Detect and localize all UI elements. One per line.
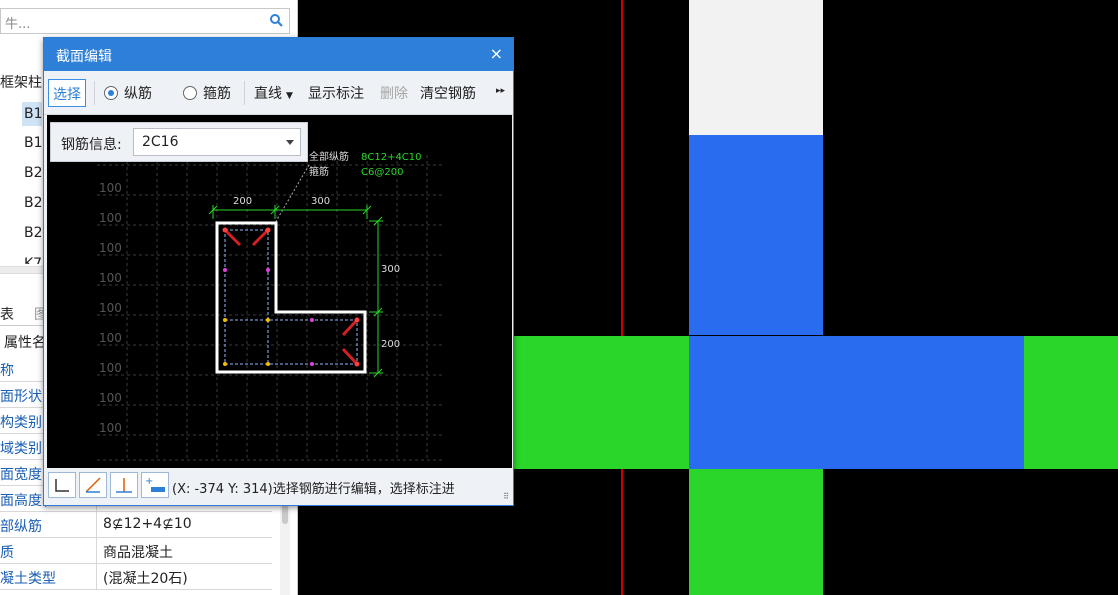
chevron-down-icon[interactable] bbox=[286, 140, 294, 145]
dimension-lines bbox=[208, 205, 383, 378]
beam-green-left[interactable] bbox=[514, 336, 689, 469]
section-drawing: 100 100 100 100 100 100 100 100 100 全部纵筋… bbox=[97, 150, 445, 461]
search-input[interactable]: 牛... bbox=[0, 8, 290, 34]
snap-perpendicular-button[interactable] bbox=[110, 472, 138, 498]
property-row[interactable]: 凝土类型 (混凝土20石) bbox=[0, 564, 272, 590]
legend-all-long: 全部纵筋 bbox=[309, 150, 349, 163]
property-name: 质 bbox=[0, 545, 14, 561]
property-name-header: 属性名 bbox=[4, 335, 46, 351]
property-name: 凝土类型 bbox=[0, 571, 56, 587]
dimension-label-top-right: 300 bbox=[311, 196, 330, 207]
delete-button[interactable]: 删除 bbox=[380, 83, 408, 103]
dimension-label-top-left: 200 bbox=[233, 196, 252, 207]
dimension-snap-icon: + bbox=[145, 476, 165, 492]
resize-grip-icon[interactable]: ⠿ bbox=[503, 492, 509, 501]
property-value[interactable]: (混凝土20石) bbox=[96, 564, 272, 590]
svg-text:+: + bbox=[145, 476, 153, 487]
longitudinal-radio[interactable]: 纵筋 bbox=[104, 83, 152, 103]
dialog-title: 截面编辑 bbox=[56, 49, 112, 65]
grid-label: 100 bbox=[99, 301, 122, 315]
legend-stirrup-value: C6@200 bbox=[361, 167, 403, 178]
tree-item[interactable]: B1 bbox=[22, 102, 42, 126]
stirrup-label: 箍筋 bbox=[203, 86, 231, 102]
grid-label: 100 bbox=[99, 391, 122, 405]
dimension-label-right-upper: 300 bbox=[381, 264, 400, 275]
dialog-toolbar: 选择 纵筋 箍筋 直线 ▼ 显示标注 删除 清空钢筋 ▸▸ bbox=[44, 71, 513, 115]
stirrup-radio[interactable]: 箍筋 bbox=[183, 83, 231, 103]
grid-label: 100 bbox=[99, 181, 122, 195]
property-row[interactable]: 质 商品混凝土 bbox=[0, 538, 272, 564]
rebar-info-label: 钢筋信息: bbox=[61, 137, 122, 153]
rebar-info-select[interactable]: 2C16 bbox=[133, 128, 301, 156]
tree-group-frame-column[interactable]: 框架柱 bbox=[0, 72, 42, 92]
app-root: 牛... 框架柱 B1 B1 B2 B2 B2 K7 表 图 属性名 称 面形状… bbox=[0, 0, 1118, 595]
grid-label: 100 bbox=[99, 271, 122, 285]
radio-unchecked-icon bbox=[183, 86, 197, 100]
close-icon[interactable]: × bbox=[490, 44, 503, 63]
property-name: 部纵筋 bbox=[0, 519, 42, 535]
search-placeholder: 牛... bbox=[5, 17, 31, 32]
column-blue-lower[interactable] bbox=[689, 336, 1024, 469]
radio-checked-icon bbox=[104, 86, 118, 100]
select-button[interactable]: 选择 bbox=[48, 79, 86, 107]
line-dropdown[interactable]: 直线 ▼ bbox=[254, 83, 293, 103]
perpendicular-icon bbox=[116, 478, 132, 493]
grid-label: 100 bbox=[99, 421, 122, 435]
grid-label: 100 bbox=[99, 241, 122, 255]
dialog-titlebar[interactable]: 截面编辑 × bbox=[44, 38, 513, 71]
tree-item[interactable]: K7 bbox=[22, 252, 42, 264]
beam-green-bottom[interactable] bbox=[689, 469, 823, 595]
grid-label: 100 bbox=[99, 211, 122, 225]
show-annotation-button[interactable]: 显示标注 bbox=[308, 83, 364, 103]
snap-dimension-button[interactable]: + bbox=[141, 472, 169, 498]
clear-rebar-button[interactable]: 清空钢筋 bbox=[420, 83, 476, 103]
tree-item[interactable]: B1 bbox=[22, 131, 42, 155]
grid-lines bbox=[97, 155, 445, 461]
tree-item[interactable]: B2 bbox=[22, 221, 42, 245]
tree-item[interactable]: B2 bbox=[22, 161, 42, 185]
property-value[interactable]: 8⊈12+4⊈10 bbox=[96, 512, 272, 538]
rebar-info-value: 2C16 bbox=[142, 134, 179, 150]
ortho-icon bbox=[55, 479, 69, 492]
toolbar-divider bbox=[94, 81, 95, 105]
tab-table[interactable]: 表 bbox=[0, 304, 14, 324]
leader-line bbox=[274, 164, 310, 224]
section-canvas[interactable]: 100 100 100 100 100 100 100 100 100 全部纵筋… bbox=[47, 115, 512, 468]
tree-item[interactable]: B2 bbox=[22, 191, 42, 215]
dimension-label-right-lower: 200 bbox=[381, 339, 400, 350]
rebar-points bbox=[222, 227, 360, 367]
toolbar-divider bbox=[244, 81, 245, 105]
snap-diagonal-button[interactable] bbox=[79, 472, 107, 498]
grid-labels: 100 100 100 100 100 100 100 100 100 bbox=[99, 181, 122, 435]
section-edit-dialog: 截面编辑 × 选择 纵筋 箍筋 直线 ▼ 显示标注 删除 清空钢筋 ▸▸ 100… bbox=[43, 37, 514, 506]
more-icon[interactable]: ▸▸ bbox=[496, 86, 505, 96]
column-white-top[interactable] bbox=[689, 0, 823, 135]
search-icon[interactable] bbox=[269, 13, 283, 27]
axis-line-red bbox=[621, 0, 623, 595]
diagonal-snap-icon bbox=[85, 477, 101, 493]
line-label: 直线 bbox=[254, 86, 282, 102]
property-value[interactable]: 商品混凝土 bbox=[96, 538, 272, 564]
chevron-down-icon: ▼ bbox=[286, 91, 293, 101]
snap-ortho-button[interactable] bbox=[48, 472, 76, 498]
grid-label: 100 bbox=[99, 331, 122, 345]
grid-label: 100 bbox=[99, 361, 122, 375]
column-blue-upper[interactable] bbox=[689, 135, 823, 335]
status-text: (X: -374 Y: 314)选择钢筋进行编辑，选择标注进 bbox=[172, 482, 455, 497]
legend-stirrup: 箍筋 bbox=[309, 165, 329, 178]
longitudinal-label: 纵筋 bbox=[124, 86, 152, 102]
legend-all-long-value: 8C12+4C10 bbox=[361, 152, 422, 163]
property-row[interactable]: 部纵筋 8⊈12+4⊈10 bbox=[0, 512, 272, 538]
beam-green-right[interactable] bbox=[1024, 336, 1118, 469]
rebar-info-panel: 钢筋信息: 2C16 bbox=[50, 122, 308, 162]
dialog-statusbar: + (X: -374 Y: 314)选择钢筋进行编辑，选择标注进 ⠿ bbox=[44, 468, 513, 505]
